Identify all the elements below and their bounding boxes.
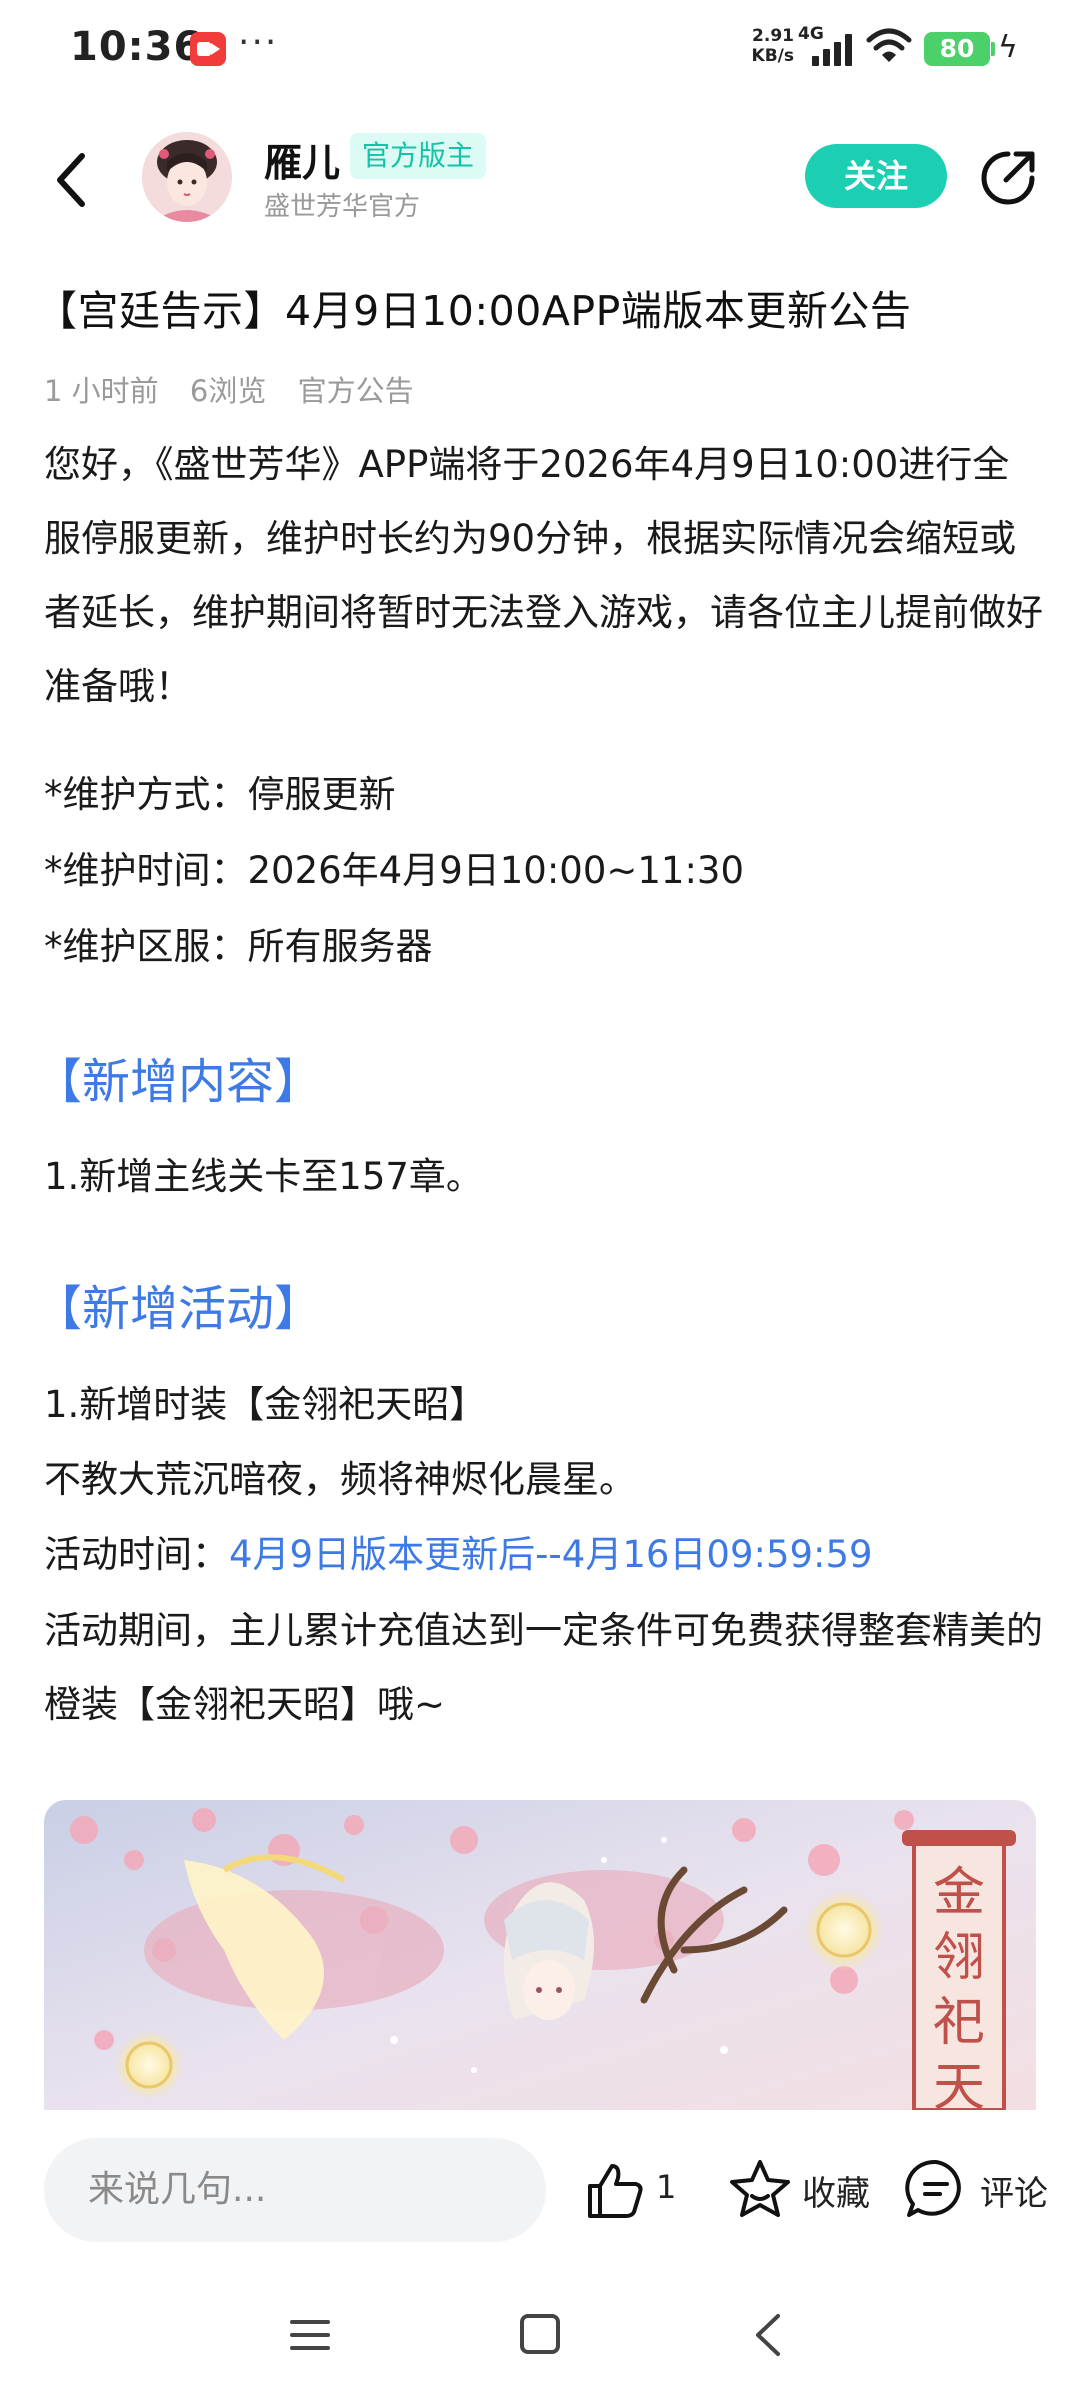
comment-label[interactable]: 评论 bbox=[980, 2166, 1048, 2215]
charging-icon: ϟ bbox=[998, 30, 1018, 65]
comment-icon[interactable] bbox=[904, 2158, 968, 2220]
battery-icon: 80 bbox=[924, 32, 990, 66]
net-speed-unit: KB/s bbox=[751, 46, 794, 66]
maintenance-method: *维护方式：停服更新 bbox=[44, 773, 396, 816]
maintenance-servers: *维护区服：所有服务器 bbox=[44, 925, 433, 968]
activity-time: 活动时间：4月9日版本更新后--4月16日09:59:59 bbox=[44, 1518, 1044, 1592]
banner-scroll-text: 金 翎 祀 天 bbox=[933, 1863, 985, 2110]
post-title: 【宫廷告示】4月9日10:00APP端版本更新公告 bbox=[36, 287, 912, 335]
activity-banner-image[interactable]: 金 翎 祀 天 bbox=[44, 1800, 1036, 2110]
author-badge: 官方版主 bbox=[350, 133, 487, 179]
signal-icon bbox=[812, 34, 856, 66]
activity-time-label: 活动时间： bbox=[44, 1533, 229, 1576]
follow-button[interactable]: 关注 bbox=[805, 144, 947, 208]
new-content-item: 1.新增主线关卡至157章。 bbox=[44, 1155, 483, 1198]
intro-paragraph: 您好，《盛世芳华》APP端将于2026年4月9日10:00进行全服停服更新，维护… bbox=[44, 443, 1043, 708]
svg-text:天: 天 bbox=[933, 2058, 985, 2110]
wifi-icon bbox=[866, 28, 912, 62]
status-time: 10:36 bbox=[70, 24, 203, 70]
more-notifications-icon: ··· bbox=[238, 22, 279, 63]
screen-record-icon bbox=[190, 32, 226, 66]
bottom-action-bar: 来说几句... 1 收藏 评论 bbox=[0, 2110, 1080, 2270]
post-views: 6浏览 bbox=[189, 374, 267, 408]
activity-description: 活动期间，主儿累计充值达到一定条件可免费获得整套精美的橙装【金翎祀天昭】哦~ bbox=[44, 1609, 1043, 1726]
post-meta: 1 小时前 6浏览 官方公告 bbox=[44, 368, 436, 410]
maintenance-time: *维护时间：2026年4月9日10:00~11:30 bbox=[44, 849, 745, 892]
comment-input[interactable]: 来说几句... bbox=[44, 2138, 546, 2242]
star-icon[interactable] bbox=[728, 2158, 792, 2220]
post-header: 雁儿 官方版主 盛世芳华官方 关注 bbox=[0, 120, 1080, 240]
like-count: 1 bbox=[656, 2168, 677, 2206]
system-nav-bar bbox=[0, 2270, 1080, 2400]
author-subtitle: 盛世芳华官方 bbox=[264, 192, 421, 222]
thumbs-up-icon[interactable] bbox=[586, 2160, 644, 2220]
home-icon[interactable] bbox=[520, 2314, 560, 2354]
svg-text:金: 金 bbox=[933, 1863, 985, 1923]
activity-poem: 不教大荒沉暗夜，频将神烬化晨星。 bbox=[44, 1458, 636, 1501]
svg-text:祀: 祀 bbox=[933, 1993, 985, 2053]
back-icon[interactable] bbox=[752, 2312, 784, 2358]
activity-title: 1.新增时装【金翎祀天昭】 bbox=[44, 1383, 487, 1426]
back-arrow-icon[interactable] bbox=[50, 148, 94, 212]
avatar[interactable] bbox=[142, 132, 232, 222]
post-time: 1 小时前 bbox=[44, 374, 159, 408]
activity-time-value: 4月9日版本更新后--4月16日09:59:59 bbox=[229, 1533, 873, 1576]
post-category[interactable]: 官方公告 bbox=[298, 374, 414, 408]
battery-tip bbox=[991, 42, 995, 56]
share-icon[interactable] bbox=[978, 148, 1038, 208]
favorite-label[interactable]: 收藏 bbox=[802, 2166, 870, 2215]
status-bar: 10:36 ··· 2.91 KB/s 4G 80 ϟ bbox=[0, 0, 1080, 100]
section-title-new-activity: 【新增活动】 bbox=[34, 1281, 323, 1337]
author-name[interactable]: 雁儿 bbox=[264, 132, 340, 187]
section-title-new-content: 【新增内容】 bbox=[34, 1054, 323, 1110]
svg-text:翎: 翎 bbox=[933, 1928, 985, 1988]
net-speed: 2.91 KB/s bbox=[748, 26, 794, 66]
net-speed-value: 2.91 bbox=[752, 26, 794, 46]
menu-icon[interactable] bbox=[290, 2318, 330, 2352]
